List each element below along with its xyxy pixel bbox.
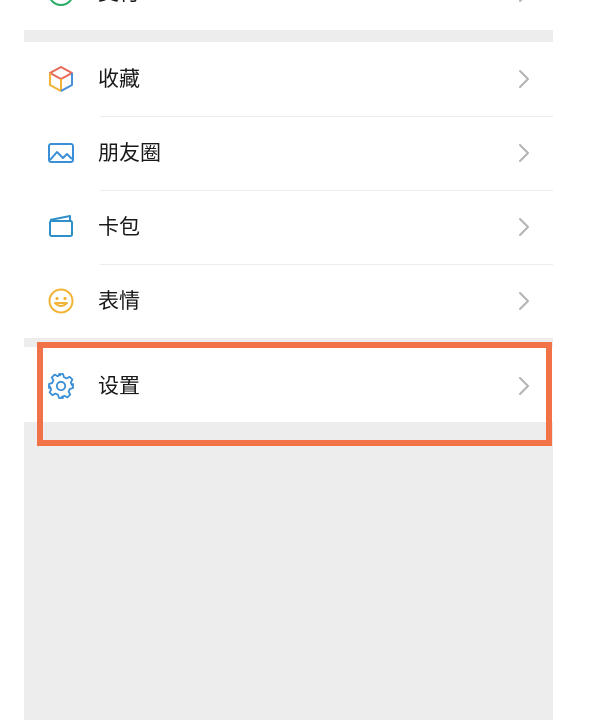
menu-group-main: 收藏 朋友圈 卡包 表情 [24, 42, 553, 338]
wechat-pay-icon [46, 0, 76, 8]
menu-item-label: 朋友圈 [98, 141, 161, 165]
favorites-cube-icon [46, 64, 76, 94]
menu-item-label: 支付 [98, 0, 140, 5]
chevron-right-icon [517, 142, 531, 164]
menu-item-pay[interactable]: 支付 [24, 0, 553, 30]
menu-item-label: 收藏 [98, 67, 140, 91]
chevron-right-icon [517, 216, 531, 238]
chevron-right-icon [517, 0, 531, 4]
menu-item-settings[interactable]: 设置 [24, 347, 553, 422]
moments-image-icon [46, 138, 76, 168]
card-wallet-icon [46, 212, 76, 242]
menu-item-label: 表情 [98, 289, 140, 313]
chevron-right-icon [517, 68, 531, 90]
menu-panel: 支付 收藏 [24, 0, 553, 720]
menu-item-label: 设置 [98, 374, 140, 398]
menu-group-pay: 支付 [24, 0, 553, 30]
menu-item-card-wallet[interactable]: 卡包 [24, 190, 553, 264]
menu-group-settings: 设置 [24, 347, 553, 422]
empty-background-area [24, 422, 553, 720]
chevron-right-icon [517, 375, 531, 397]
sticker-smile-icon [46, 286, 76, 316]
settings-gear-icon [46, 371, 76, 401]
menu-item-label: 卡包 [98, 215, 140, 239]
menu-item-moments[interactable]: 朋友圈 [24, 116, 553, 190]
menu-item-stickers[interactable]: 表情 [24, 264, 553, 338]
menu-item-favorites[interactable]: 收藏 [24, 42, 553, 116]
chevron-right-icon [517, 290, 531, 312]
